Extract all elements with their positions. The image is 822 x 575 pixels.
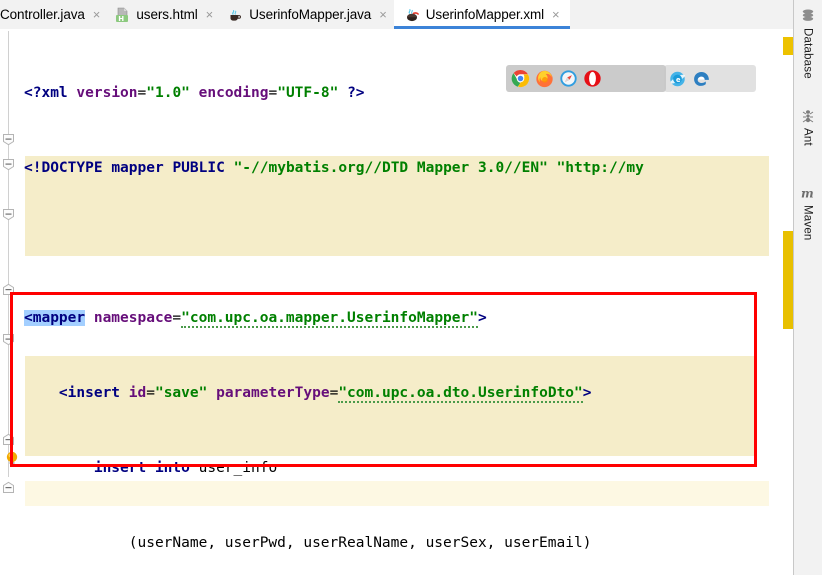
tab-userinfomapper-xml[interactable]: UserinfoMapper.xml ×: [393, 0, 570, 29]
code-token: <?: [24, 85, 42, 101]
code-line: <insert id="save" parameterType="com.upc…: [24, 381, 769, 406]
tab-label: users.html: [136, 7, 198, 22]
safari-icon[interactable]: [559, 69, 578, 88]
ant-icon: [800, 108, 816, 124]
code-token: xml: [41, 85, 68, 101]
code-token: =: [268, 85, 278, 101]
code-token: PUBLIC: [172, 160, 225, 176]
fold-marker[interactable]: [2, 333, 15, 346]
tab-close-icon[interactable]: ×: [91, 8, 101, 21]
fold-marker[interactable]: [2, 481, 15, 494]
code-line: <mapper namespace="com.upc.oa.mapper.Use…: [24, 306, 769, 331]
maven-icon: m: [800, 185, 816, 201]
code-token: id: [128, 385, 147, 401]
tab-close-icon[interactable]: ×: [204, 8, 214, 21]
code-token: "-//mybatis.org//DTD Mapper 3.0//EN" "ht…: [233, 160, 644, 176]
code-token: <insert: [58, 385, 121, 401]
tab-label: UserinfoMapper.java: [249, 7, 372, 22]
code-token: "com.upc.oa.dto.UserinfoDto": [338, 385, 583, 403]
fold-marker[interactable]: [2, 158, 15, 171]
java-file-icon: [227, 7, 243, 23]
code-token: "save": [154, 385, 208, 401]
svg-text:e: e: [676, 76, 681, 84]
code-token: mapper: [111, 160, 164, 176]
code-token: insert into: [93, 460, 190, 476]
tab-users-html[interactable]: H users.html ×: [107, 0, 221, 29]
fold-marker[interactable]: [2, 283, 15, 296]
code-token: parameterType: [216, 385, 330, 401]
code-line: insert into user_info: [24, 456, 769, 481]
tab-label: UserinfoMapper.xml: [425, 7, 545, 22]
editor-gutter[interactable]: [0, 29, 25, 575]
code-editor-area[interactable]: <?xml version="1.0" encoding="UTF-8" ?> …: [0, 29, 794, 575]
code-line: <!DOCTYPE mapper PUBLIC "-//mybatis.org/…: [24, 156, 769, 181]
xml-mybatis-icon: [404, 7, 420, 23]
tab-close-icon[interactable]: ×: [550, 8, 560, 21]
svg-text:H: H: [119, 14, 125, 22]
html-file-icon: H: [114, 7, 130, 23]
firefox-icon[interactable]: [535, 69, 554, 88]
chrome-icon[interactable]: [511, 69, 530, 88]
browser-preview-popup-group-a[interactable]: [506, 65, 666, 92]
internet-explorer-icon[interactable]: e: [668, 69, 687, 88]
code-token: encoding: [198, 85, 269, 101]
svg-text:m: m: [801, 187, 814, 201]
tool-window-label: Database: [801, 28, 814, 79]
code-token: (userName, userPwd, userRealName, userSe…: [24, 535, 592, 551]
code-token: =: [146, 385, 155, 401]
tool-window-maven[interactable]: m Maven: [794, 185, 821, 241]
edge-icon[interactable]: [692, 69, 711, 88]
code-token: version: [76, 85, 138, 101]
code-token: <mapper: [24, 310, 86, 326]
code-token: =: [172, 310, 182, 326]
database-icon: [800, 8, 816, 24]
tool-window-label: Ant: [801, 128, 814, 146]
code-token: user_info: [189, 460, 278, 476]
editor-tab-bar: Controller.java × H users.html × Userinf…: [0, 0, 794, 30]
right-tool-window-bar: Database Ant m Maven: [793, 0, 822, 575]
code-token: "com.upc.oa.mapper.UserinfoMapper": [181, 310, 478, 328]
code-token: ?>: [347, 85, 365, 101]
tool-window-database[interactable]: Database: [794, 8, 821, 79]
code-token: >: [477, 310, 487, 326]
idea-editor-window: Controller.java × H users.html × Userinf…: [0, 0, 822, 575]
code-token: "1.0": [146, 85, 190, 101]
code-token: "UTF-8": [277, 85, 339, 101]
opera-icon[interactable]: [583, 69, 602, 88]
code-content[interactable]: <?xml version="1.0" encoding="UTF-8" ?> …: [24, 31, 769, 575]
tool-window-label: Maven: [801, 205, 814, 241]
code-token: >: [582, 385, 592, 401]
fold-marker[interactable]: [2, 208, 15, 221]
fold-marker[interactable]: [2, 433, 15, 446]
code-line: (userName, userPwd, userRealName, userSe…: [24, 531, 769, 556]
tab-controller-java[interactable]: Controller.java ×: [0, 0, 108, 29]
tab-label: Controller.java: [0, 7, 85, 22]
code-token: namespace: [93, 310, 173, 326]
tab-close-icon[interactable]: ×: [377, 8, 387, 21]
tool-window-ant[interactable]: Ant: [794, 108, 821, 146]
code-token: <!DOCTYPE: [24, 160, 103, 176]
intention-bulb-icon[interactable]: [4, 450, 20, 468]
tab-userinfomapper-java[interactable]: UserinfoMapper.java ×: [220, 0, 394, 29]
browser-preview-popup-group-b[interactable]: e: [664, 65, 756, 92]
fold-marker[interactable]: [2, 133, 15, 146]
code-token: =: [137, 85, 147, 101]
